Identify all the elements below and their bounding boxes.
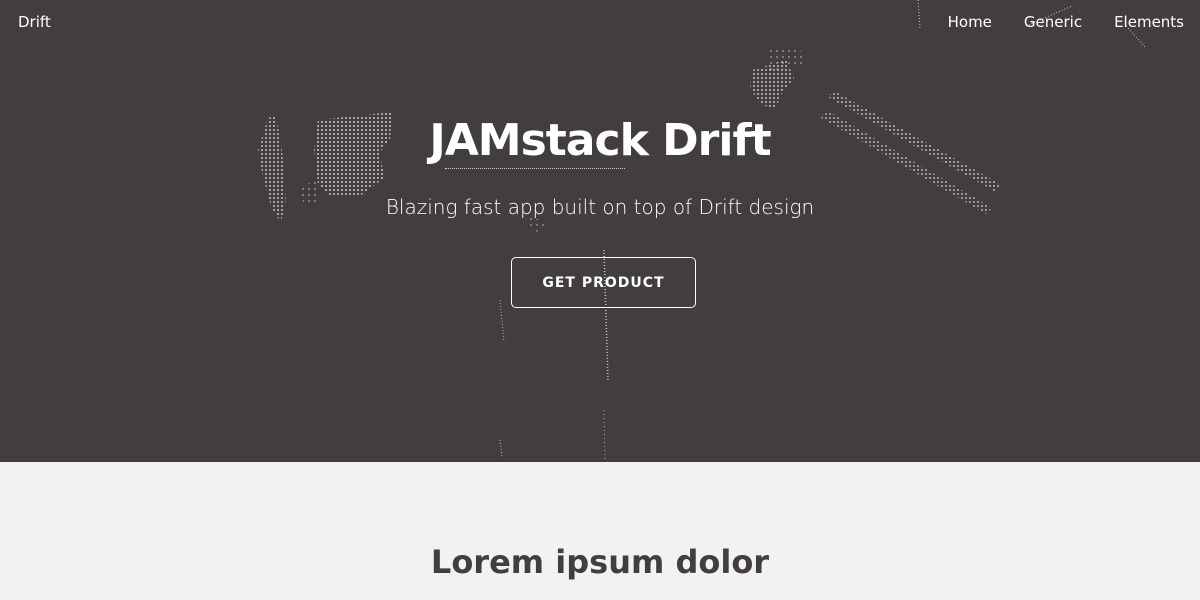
hero-banner: Drift Home Generic Elements JAMstack Dri… <box>0 0 1200 462</box>
get-product-button[interactable]: GET PRODUCT <box>511 257 696 308</box>
title-underline <box>445 168 625 169</box>
brand-link[interactable]: Drift <box>18 13 51 31</box>
particle-artwork <box>258 0 1147 461</box>
hero-subtitle: Blazing fast app built on top of Drift d… <box>385 195 815 219</box>
hero-title-wrap: JAMstack Drift <box>0 114 1200 170</box>
nav-link-elements[interactable]: Elements <box>1114 13 1184 31</box>
nav-link-home[interactable]: Home <box>948 13 992 31</box>
main-nav: Home Generic Elements <box>916 13 1184 31</box>
nav-link-generic[interactable]: Generic <box>1024 13 1082 31</box>
section-title: Lorem ipsum dolor <box>430 543 770 581</box>
hero-title: JAMstack Drift <box>429 115 771 166</box>
